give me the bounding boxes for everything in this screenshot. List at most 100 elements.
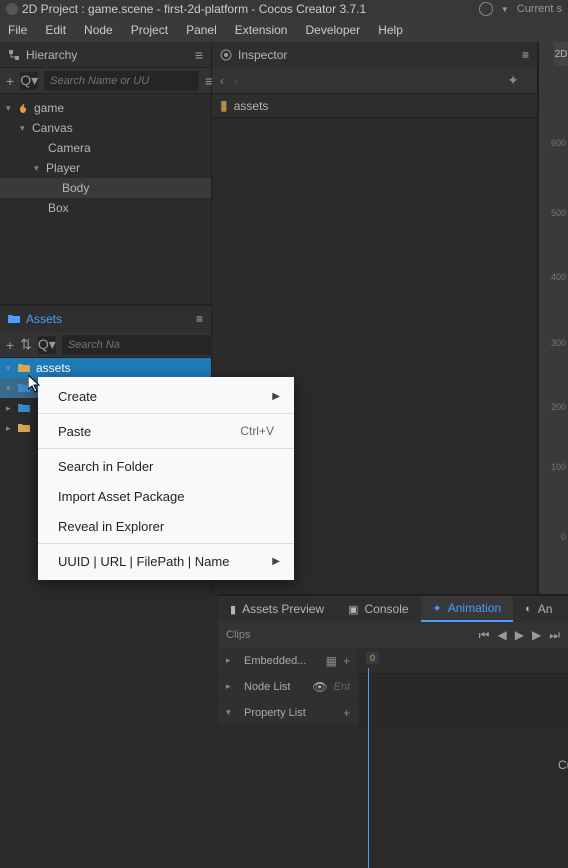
playhead-icon[interactable]: [368, 668, 369, 868]
ruler-mark: 200: [551, 402, 566, 412]
caret-down-icon[interactable]: ▾: [34, 163, 44, 174]
caret-down-icon[interactable]: ▾: [20, 123, 30, 134]
add-icon[interactable]: +: [343, 654, 350, 668]
ruler-mark: 100: [551, 462, 566, 472]
window-title: 2D Project : game.scene - first-2d-platf…: [22, 2, 366, 16]
menu-help[interactable]: Help: [378, 23, 403, 37]
app-logo-icon: [6, 3, 18, 15]
timeline-ruler[interactable]: 0: [358, 648, 568, 674]
menu-edit[interactable]: Edit: [45, 23, 66, 37]
caret-down-icon[interactable]: ▾: [226, 707, 236, 718]
tree-item-player[interactable]: ▾ Player: [0, 158, 211, 178]
tree-item-body[interactable]: Body: [0, 178, 211, 198]
inspector-icon: [220, 49, 232, 61]
add-asset-button[interactable]: +: [6, 336, 14, 354]
menu-developer[interactable]: Developer: [305, 23, 360, 37]
sort-icon[interactable]: ⇅: [20, 336, 32, 354]
chevron-down-icon[interactable]: ▼: [501, 5, 509, 14]
assets-menu-icon[interactable]: ≡: [196, 312, 203, 326]
ctx-search-folder[interactable]: Search in Folder: [38, 451, 294, 481]
timeline-track-area[interactable]: 0 Current node does not have: [358, 648, 568, 726]
caret-right-icon[interactable]: ▸: [226, 681, 236, 692]
pin-icon[interactable]: ✦: [507, 72, 519, 89]
tab-an[interactable]: ◐ An: [513, 596, 564, 622]
submenu-arrow-icon: ▶: [272, 556, 280, 567]
timeline-message: Current node does not have: [558, 758, 568, 772]
caret-down-icon[interactable]: ▾: [6, 383, 16, 394]
tree-item-box[interactable]: Box: [0, 198, 211, 218]
ctx-create[interactable]: Create ▶: [38, 381, 294, 411]
ctx-import-package[interactable]: Import Asset Package: [38, 481, 294, 511]
menu-bar: File Edit Node Project Panel Extension D…: [0, 18, 568, 42]
breadcrumb-label: assets: [234, 99, 269, 113]
embedded-row[interactable]: ▸ Embedded... ▦ +: [218, 648, 358, 674]
step-forward-icon[interactable]: ▶: [532, 628, 541, 643]
animation-icon: ✦: [433, 602, 442, 615]
caret-right-icon[interactable]: ▸: [226, 655, 236, 666]
step-back-icon[interactable]: ◀: [497, 628, 506, 643]
folder-icon: [18, 363, 30, 373]
timeline-marker[interactable]: 0: [366, 652, 379, 664]
tab-animation[interactable]: ✦ Animation: [421, 596, 514, 622]
hierarchy-icon: [8, 49, 20, 61]
scene-ruler: 2D 600 500 400 300 200 100 0: [538, 42, 568, 594]
menu-extension[interactable]: Extension: [235, 23, 288, 37]
caret-down-icon[interactable]: ▾: [6, 363, 16, 374]
assets-title: Assets: [26, 312, 62, 326]
search-icon[interactable]: Q▾: [38, 336, 56, 354]
ruler-mark: 300: [551, 338, 566, 348]
tab-icon: ◐: [525, 603, 532, 615]
nav-back-icon[interactable]: ‹: [220, 74, 224, 88]
skip-forward-icon[interactable]: ⏭: [549, 628, 560, 643]
timeline-body: ▸ Embedded... ▦ + ▸ Node List 👁 Ent ▾ Pr…: [218, 648, 568, 726]
scene-2d-tab[interactable]: 2D: [554, 42, 568, 66]
eye-icon[interactable]: 👁: [312, 680, 327, 694]
separator: [38, 448, 294, 449]
ctx-uuid[interactable]: UUID | URL | FilePath | Name ▶: [38, 546, 294, 576]
tree-item-game[interactable]: ▾ game: [0, 98, 211, 118]
menu-project[interactable]: Project: [131, 23, 168, 37]
folder-icon: [18, 423, 30, 433]
asset-item-assets[interactable]: ▾ assets: [0, 358, 211, 378]
hierarchy-toolbar: + Q▾ ≡: [0, 68, 211, 94]
ctx-paste[interactable]: Paste Ctrl+V: [38, 416, 294, 446]
search-icon[interactable]: Q▾: [20, 72, 38, 90]
ruler-mark: 400: [551, 272, 566, 282]
assets-toolbar: + ⇅ Q▾ ≡ ↻: [0, 332, 211, 358]
menu-panel[interactable]: Panel: [186, 23, 217, 37]
hierarchy-search-input[interactable]: [44, 71, 199, 91]
hierarchy-menu-icon[interactable]: ≡: [195, 47, 203, 63]
add-icon[interactable]: +: [343, 706, 350, 720]
preview-icon[interactable]: [479, 2, 493, 16]
console-icon: ▣: [348, 603, 358, 616]
assets-search-input[interactable]: [62, 335, 217, 355]
tree-item-camera[interactable]: Camera: [0, 138, 211, 158]
clip-icon: ▦: [326, 654, 337, 668]
hierarchy-title: Hierarchy: [26, 48, 77, 62]
folder-icon: [18, 403, 30, 413]
bottom-tabs: ▮ Assets Preview ▣ Console ✦ Animation ◐…: [218, 596, 568, 622]
tab-console[interactable]: ▣ Console: [336, 596, 420, 622]
inspector-panel-header: Inspector ≡: [212, 42, 537, 68]
submenu-arrow-icon: ▶: [272, 391, 280, 402]
menu-node[interactable]: Node: [84, 23, 113, 37]
add-node-button[interactable]: +: [6, 72, 14, 90]
skip-back-icon[interactable]: ⏮: [479, 628, 490, 643]
caret-right-icon[interactable]: ▸: [6, 423, 16, 434]
caret-right-icon[interactable]: ▸: [6, 403, 16, 414]
hierarchy-tree: ▾ game ▾ Canvas Camera ▾ Player Body Box: [0, 94, 211, 304]
menu-file[interactable]: File: [8, 23, 27, 37]
node-list-row[interactable]: ▸ Node List 👁 Ent: [218, 674, 358, 700]
tab-assets-preview[interactable]: ▮ Assets Preview: [218, 596, 336, 622]
play-icon[interactable]: ▶: [515, 628, 524, 643]
folder-icon: ▮: [220, 97, 228, 114]
property-list-row[interactable]: ▾ Property List +: [218, 700, 358, 726]
nav-forward-icon[interactable]: ›: [234, 74, 238, 88]
inspector-menu-icon[interactable]: ≡: [522, 48, 529, 62]
timeline-header: Clips ⏮ ◀ ▶ ▶ ⏭: [218, 622, 568, 648]
tree-item-canvas[interactable]: ▾ Canvas: [0, 118, 211, 138]
hierarchy-panel-header: Hierarchy ≡: [0, 42, 211, 68]
ctx-reveal-explorer[interactable]: Reveal in Explorer: [38, 511, 294, 541]
current-scene-label: Current s: [517, 3, 562, 15]
caret-down-icon[interactable]: ▾: [6, 103, 16, 114]
